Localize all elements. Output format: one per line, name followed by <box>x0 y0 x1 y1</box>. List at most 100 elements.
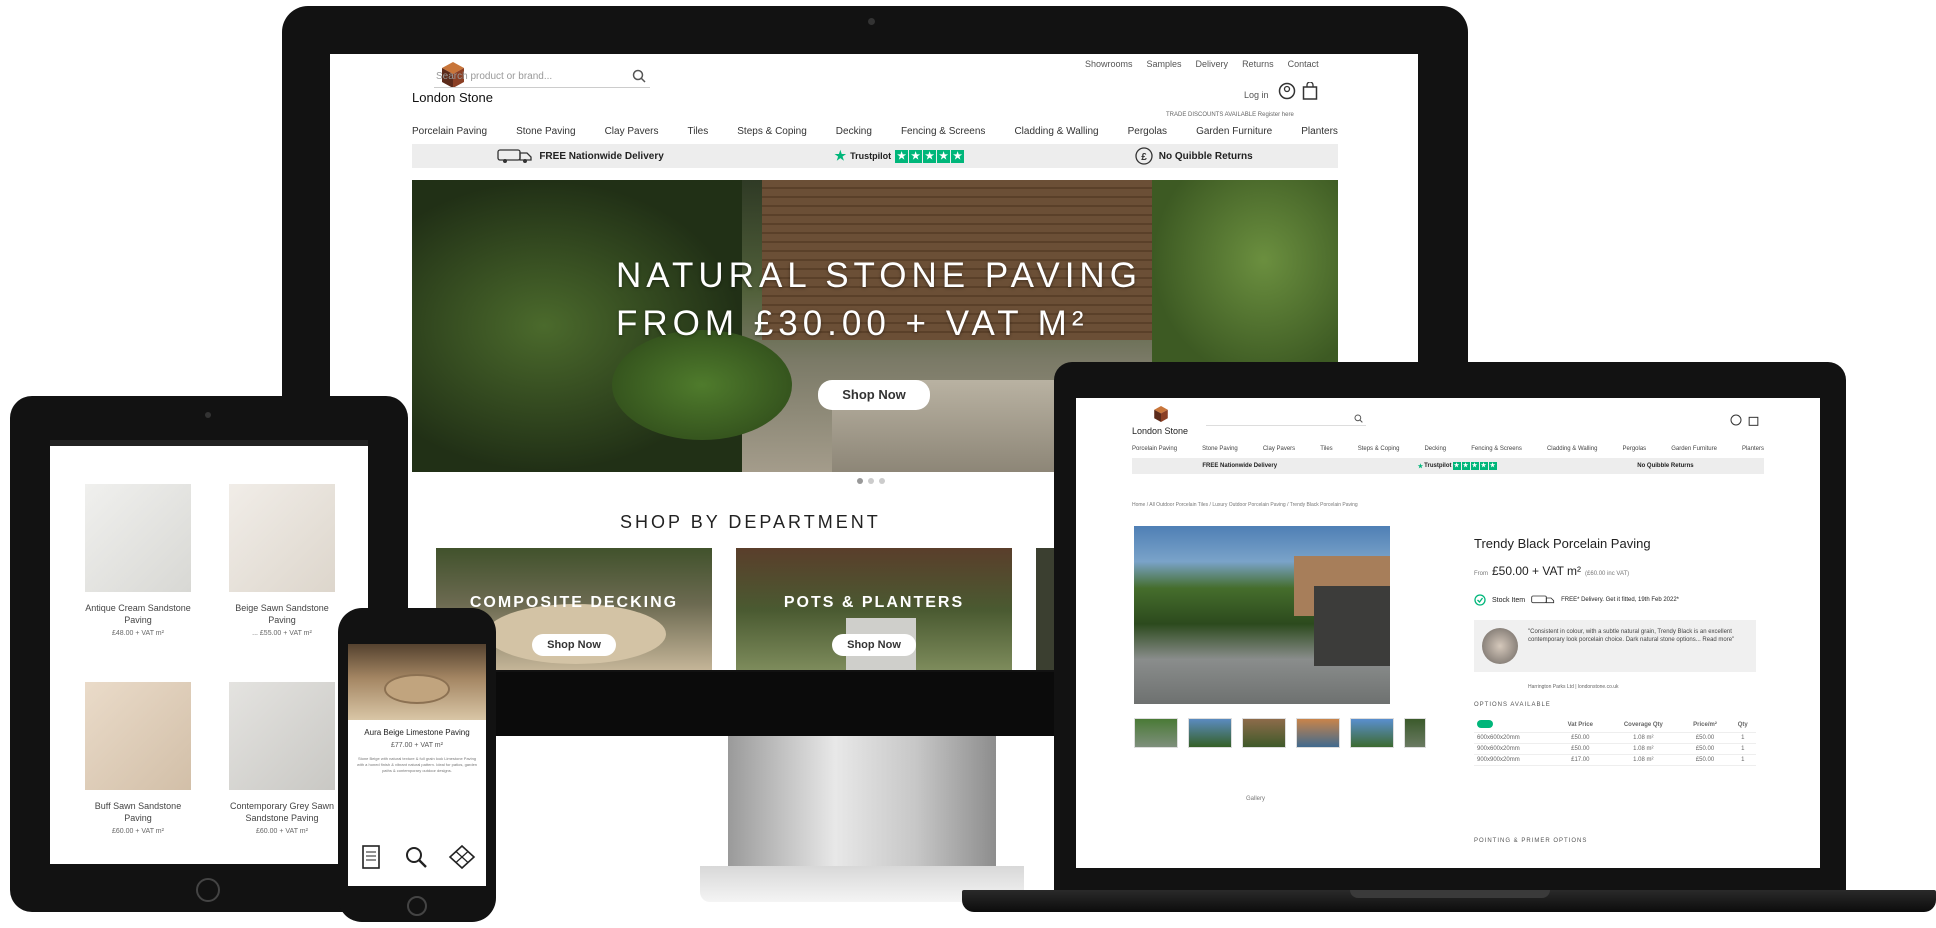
top-link-delivery[interactable]: Delivery <box>1196 59 1229 69</box>
option-coverage: 1.08 m² <box>1606 743 1681 755</box>
option-qty[interactable]: 1 <box>1729 743 1756 755</box>
nav-cladding-walling[interactable]: Cladding & Walling <box>1014 126 1098 137</box>
nav-decking[interactable]: Decking <box>836 126 872 137</box>
usp-delivery: FREE Nationwide Delivery <box>497 148 664 164</box>
hero-line-1: NATURAL STONE PAVING <box>616 256 1142 295</box>
trade-note[interactable]: TRADE DISCOUNTS AVAILABLE Register here <box>1166 112 1294 118</box>
option-qty[interactable]: 1 <box>1729 732 1756 744</box>
laptop-search[interactable] <box>1206 414 1366 426</box>
option-size: 600x600x20mm <box>1474 732 1555 744</box>
basket-icon[interactable] <box>1302 82 1318 100</box>
top-link-returns[interactable]: Returns <box>1242 59 1274 69</box>
nav-cladding-walling[interactable]: Cladding & Walling <box>1547 446 1597 452</box>
product-main-image[interactable] <box>1134 526 1390 704</box>
pound-circle-icon: £ <box>1135 147 1153 165</box>
nav-planters[interactable]: Planters <box>1301 126 1338 137</box>
trustpilot-label: Trustpilot <box>850 151 892 161</box>
product-thumbnail[interactable] <box>1404 718 1426 748</box>
dept-shop-now-button[interactable]: Shop Now <box>532 634 616 656</box>
trustpilot-label: Trustpilot <box>1424 463 1452 469</box>
nav-pergolas[interactable]: Pergolas <box>1128 126 1167 137</box>
usp-trustpilot[interactable]: ★ Trustpilot ★ ★ ★ ★ ★ <box>834 148 965 164</box>
laptop-logo[interactable]: London Stone <box>1132 406 1192 440</box>
dept-shop-now-button[interactable]: Shop Now <box>832 634 916 656</box>
search-icon[interactable] <box>632 69 646 83</box>
phone-home-button[interactable] <box>407 896 427 916</box>
tiles-pattern-icon[interactable] <box>448 844 476 870</box>
nav-porcelain-paving[interactable]: Porcelain Paving <box>412 126 487 137</box>
product-thumbnail[interactable] <box>1350 718 1394 748</box>
nav-tiles[interactable]: Tiles <box>688 126 709 137</box>
account-icon[interactable] <box>1278 82 1296 100</box>
basket-icon[interactable] <box>1748 414 1759 426</box>
nav-stone-paving[interactable]: Stone Paving <box>1202 446 1238 452</box>
product-thumbnail[interactable] <box>1242 718 1286 748</box>
nav-steps-coping[interactable]: Steps & Coping <box>1358 446 1400 452</box>
magnifier-icon[interactable] <box>403 844 429 870</box>
carousel-dot[interactable] <box>868 478 874 484</box>
stock-row: Stock Item FREE* Delivery. Get it fitted… <box>1474 594 1679 606</box>
tablet-camera <box>205 412 211 418</box>
review-author[interactable]: Harrington Parks Ltd | londonstone.co.uk <box>1528 684 1619 690</box>
nav-decking[interactable]: Decking <box>1424 446 1446 452</box>
tablet-home-button[interactable] <box>196 878 220 902</box>
option-qty[interactable]: 1 <box>1729 754 1756 766</box>
top-link-contact[interactable]: Contact <box>1288 59 1319 69</box>
search-bar[interactable]: Search product or brand... <box>434 66 650 88</box>
hero-shop-now-button[interactable]: Shop Now <box>818 380 930 410</box>
check-circle-icon <box>1474 594 1486 606</box>
laptop-screen: London Stone Porcelain Paving Stone Pavi… <box>1076 398 1820 868</box>
dept-title: POTS & PLANTERS <box>783 594 965 611</box>
nav-fencing-screens[interactable]: Fencing & Screens <box>1471 446 1522 452</box>
product-tile-image <box>85 682 191 790</box>
phone-icon-row <box>358 844 476 870</box>
carousel-dot[interactable] <box>857 478 863 484</box>
product-name: Contemporary Grey Sawn Sandstone Paving <box>229 801 335 823</box>
product-thumbnail[interactable] <box>1134 718 1178 748</box>
options-header: Coverage Qty <box>1606 718 1681 733</box>
phone-product-image[interactable] <box>348 644 486 720</box>
option-price-m2: £50.00 <box>1680 732 1730 744</box>
monitor-stand <box>728 736 996 866</box>
options-header: Qty <box>1729 718 1756 733</box>
document-icon[interactable] <box>358 844 384 870</box>
dept-card-partial[interactable] <box>1036 548 1056 670</box>
nav-steps-coping[interactable]: Steps & Coping <box>737 126 807 137</box>
nav-tiles[interactable]: Tiles <box>1320 446 1332 452</box>
search-icon[interactable] <box>1354 414 1363 423</box>
nav-stone-paving[interactable]: Stone Paving <box>516 126 576 137</box>
login-link[interactable]: Log in <box>1244 90 1269 100</box>
nav-clay-pavers[interactable]: Clay Pavers <box>1263 446 1295 452</box>
nav-pergolas[interactable]: Pergolas <box>1622 446 1646 452</box>
product-card[interactable]: Beige Sawn Sandstone Paving ... £55.00 +… <box>226 484 338 654</box>
hero-heading: NATURAL STONE PAVING FROM £30.00 + VAT M… <box>616 252 1142 348</box>
nav-garden-furniture[interactable]: Garden Furniture <box>1671 446 1717 452</box>
top-link-samples[interactable]: Samples <box>1147 59 1182 69</box>
product-card[interactable]: Buff Sawn Sandstone Paving £60.00 + VAT … <box>82 682 194 852</box>
options-row[interactable]: 900x600x20mm £50.00 1.08 m² £50.00 1 <box>1474 743 1756 755</box>
carousel-dot[interactable] <box>879 478 885 484</box>
gallery-caption[interactable]: Gallery <box>1246 796 1265 802</box>
product-card[interactable]: Antique Cream Sandstone Paving £48.00 + … <box>82 484 194 654</box>
product-thumbnail[interactable] <box>1188 718 1232 748</box>
options-row[interactable]: 900x900x20mm £17.00 1.08 m² £50.00 1 <box>1474 754 1756 766</box>
product-price: From £50.00 + VAT m² (£60.00 inc VAT) <box>1474 564 1629 578</box>
account-icon[interactable] <box>1730 414 1742 426</box>
options-toggle[interactable] <box>1477 720 1493 728</box>
nav-clay-pavers[interactable]: Clay Pavers <box>605 126 659 137</box>
option-price-m2: £50.00 <box>1680 743 1730 755</box>
breadcrumb[interactable]: Home / All Outdoor Porcelain Tiles / Lux… <box>1132 502 1358 508</box>
usp-trustpilot[interactable]: ★ Trustpilot ★ ★ ★ ★ ★ <box>1418 462 1497 470</box>
nav-garden-furniture[interactable]: Garden Furniture <box>1196 126 1272 137</box>
options-row[interactable]: 600x600x20mm £50.00 1.08 m² £50.00 1 <box>1474 732 1756 744</box>
nav-planters[interactable]: Planters <box>1742 446 1764 452</box>
monitor-camera <box>868 18 875 25</box>
nav-porcelain-paving[interactable]: Porcelain Paving <box>1132 446 1177 452</box>
product-card[interactable]: Contemporary Grey Sawn Sandstone Paving … <box>226 682 338 852</box>
dept-card-pots-planters[interactable]: POTS & PLANTERS Shop Now <box>736 548 1012 670</box>
product-price: ... £55.00 + VAT m² <box>252 630 312 637</box>
search-input[interactable]: Search product or brand... <box>436 71 552 82</box>
product-thumbnail[interactable] <box>1296 718 1340 748</box>
top-link-showrooms[interactable]: Showrooms <box>1085 59 1133 69</box>
nav-fencing-screens[interactable]: Fencing & Screens <box>901 126 986 137</box>
